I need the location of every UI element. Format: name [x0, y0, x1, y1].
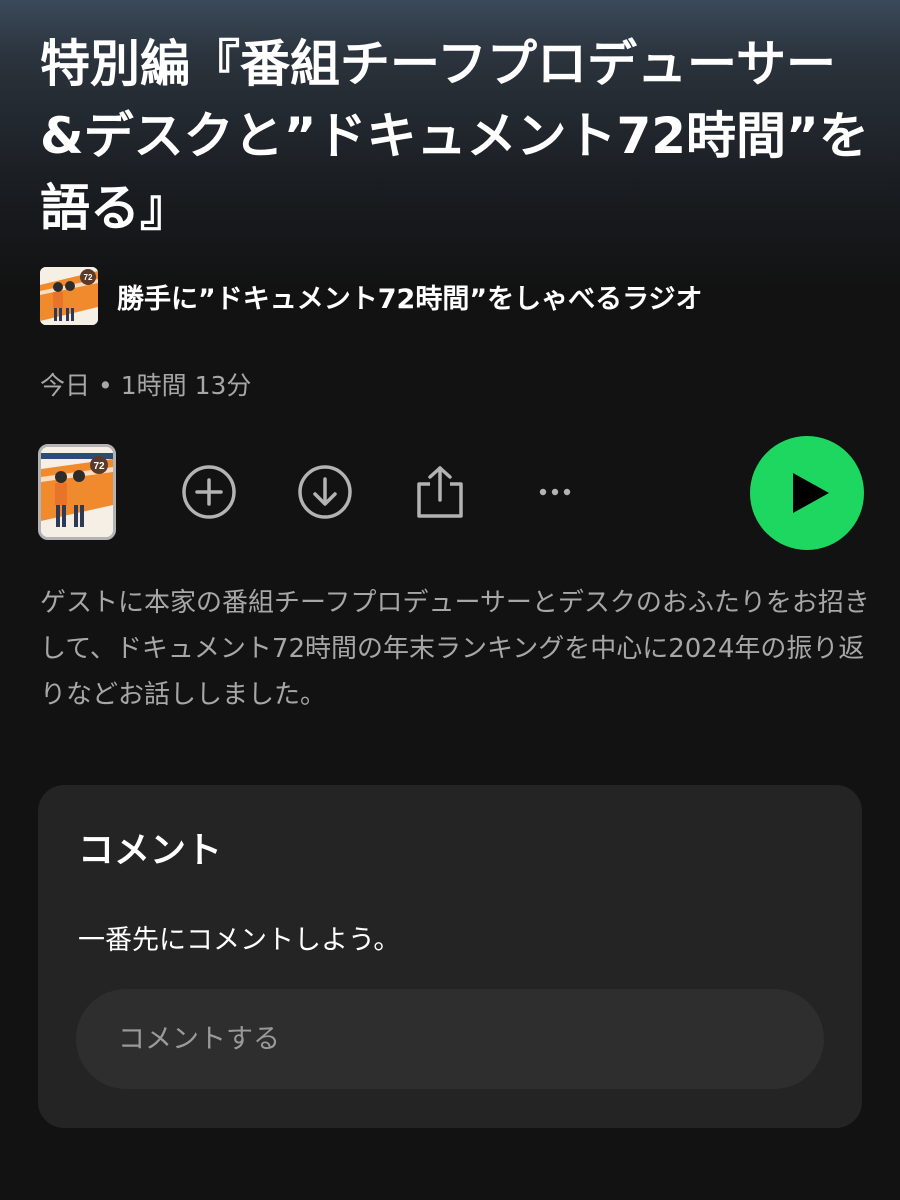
comments-title: コメント — [78, 830, 223, 871]
share-icon — [417, 466, 463, 518]
play-button[interactable] — [750, 436, 864, 550]
more-icon — [539, 488, 571, 496]
download-button[interactable] — [297, 464, 353, 520]
episode-meta: 今日 • 1時間 13分 — [40, 366, 251, 402]
episode-page: 特別編『番組チーフプロデューサー&デスクと”ドキュメント72時間”を語る』 72… — [0, 0, 900, 1200]
episode-thumbnail-badge: 72 — [93, 461, 105, 472]
episode-thumbnail[interactable]: 72 — [38, 444, 116, 540]
more-options-button[interactable] — [527, 464, 583, 520]
show-link[interactable]: 72 勝手に”ドキュメント72時間”をしゃべるラジオ — [40, 267, 703, 325]
episode-thumbnail-image: 72 — [41, 447, 113, 537]
episode-date: 今日 — [40, 371, 91, 400]
episode-description: ゲストに本家の番組チーフプロデューサーとデスクのおふたりをお招きして、ドキュメン… — [40, 588, 870, 710]
plus-circle-icon — [182, 465, 236, 519]
action-bar: 72 — [38, 436, 864, 550]
episode-title: 特別編『番組チーフプロデューサー&デスクと”ドキュメント72時間”を語る』 — [40, 35, 869, 237]
add-to-library-button[interactable] — [181, 464, 237, 520]
comments-section: コメント 一番先にコメントしよう。 — [38, 785, 862, 1128]
show-artwork: 72 — [40, 267, 98, 325]
comments-empty-message: 一番先にコメントしよう。 — [78, 925, 401, 956]
episode-duration: 1時間 13分 — [120, 371, 252, 400]
download-icon — [298, 465, 352, 519]
share-button[interactable] — [412, 464, 468, 520]
show-artwork-badge: 72 — [84, 273, 93, 282]
play-icon — [793, 473, 829, 513]
comment-input[interactable] — [76, 989, 824, 1089]
show-name[interactable]: 勝手に”ドキュメント72時間”をしゃべるラジオ — [117, 277, 703, 316]
show-artwork-image: 72 — [40, 267, 98, 325]
meta-separator: • — [98, 371, 113, 400]
